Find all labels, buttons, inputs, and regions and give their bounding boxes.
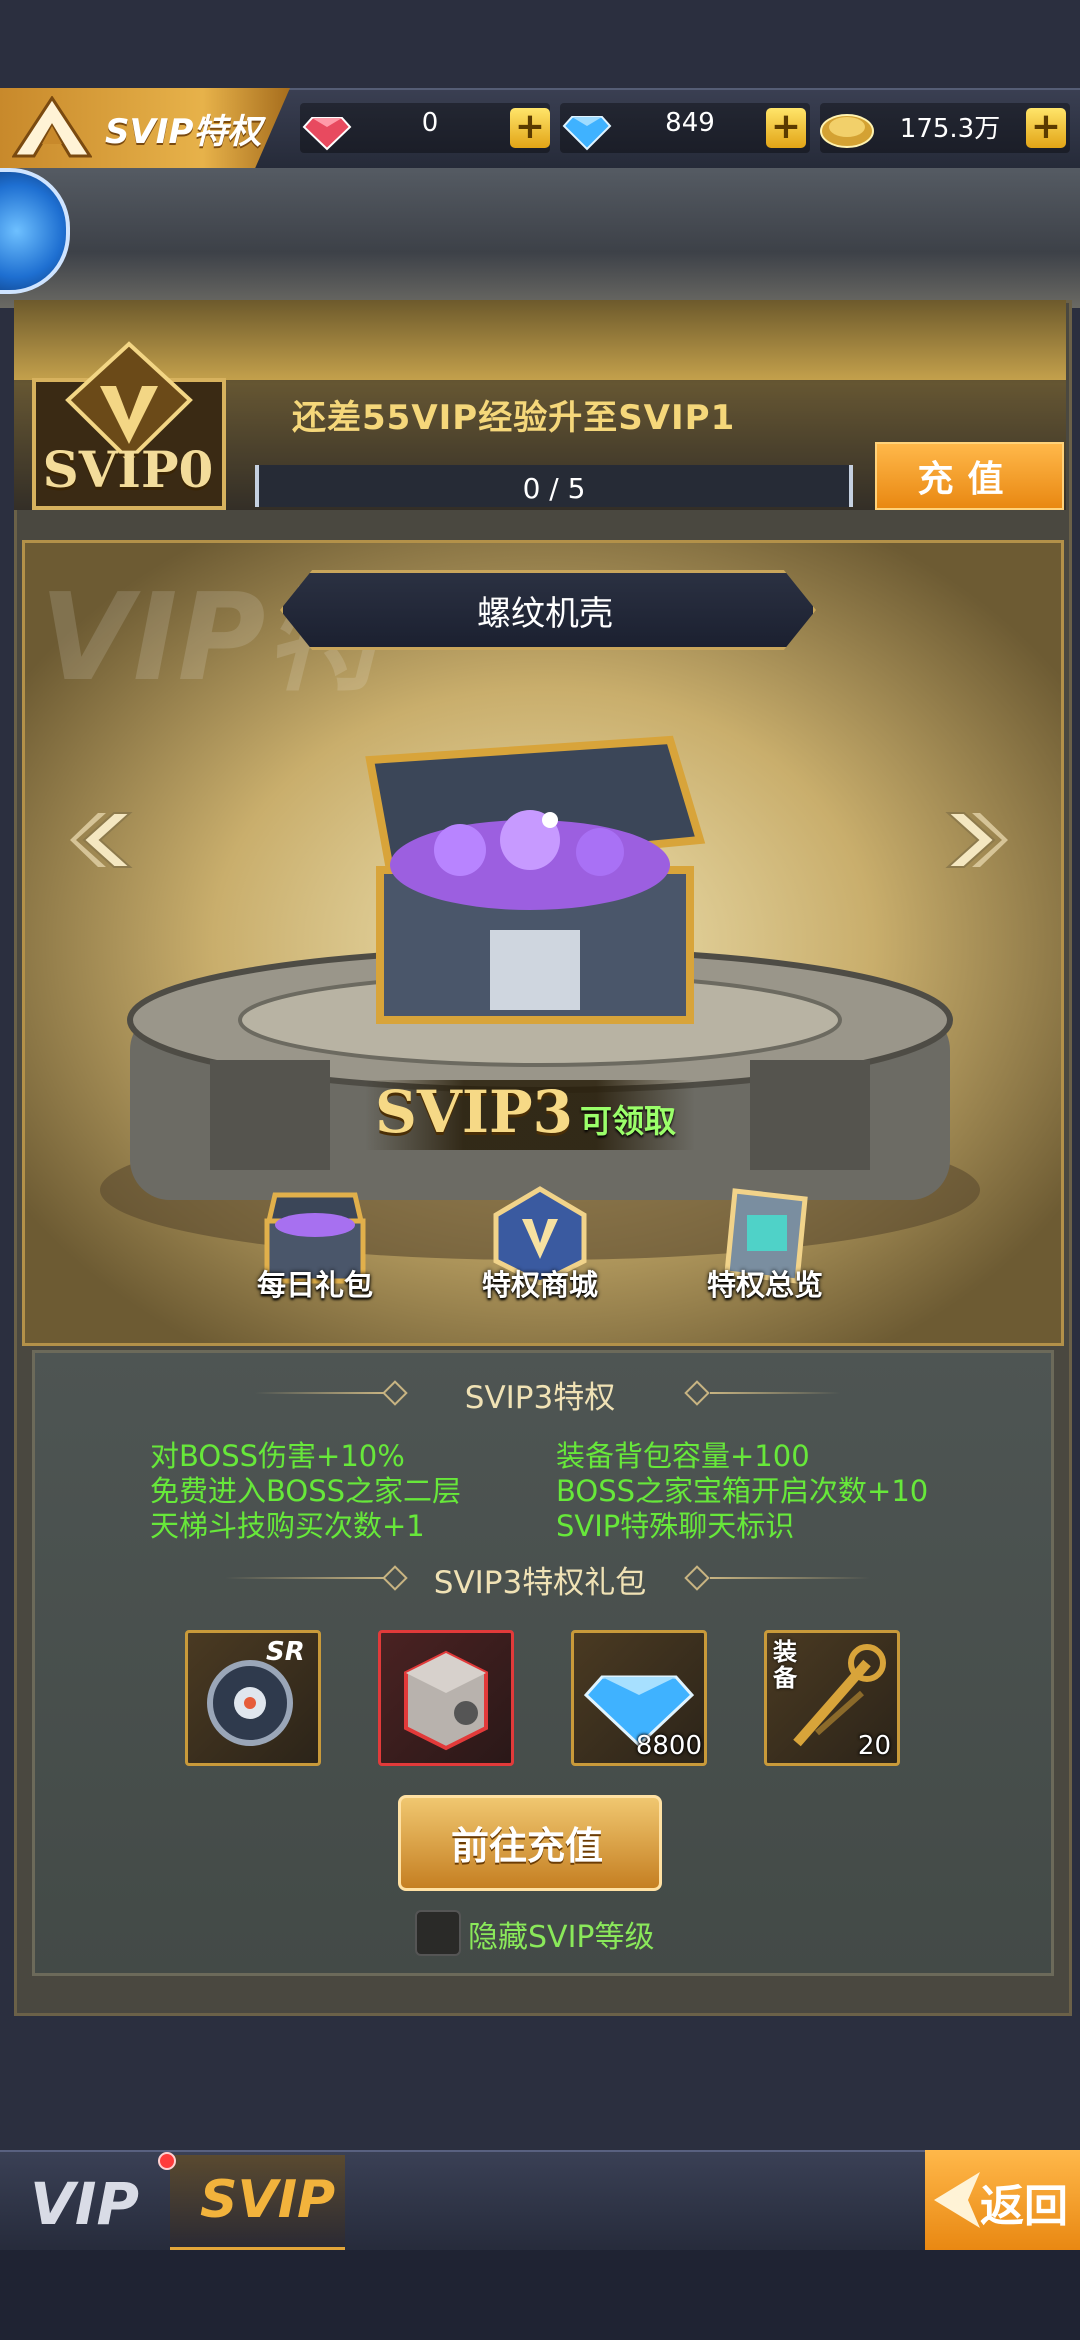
claimable-label: 可领取 xyxy=(580,1102,677,1140)
gift-item[interactable]: 8800 xyxy=(571,1630,707,1766)
equipment-badge: 装备 xyxy=(773,1638,797,1692)
gold-coin-icon xyxy=(820,114,874,148)
exp-progress-text: 0 / 5 xyxy=(522,472,586,505)
hide-svip-checkbox[interactable] xyxy=(415,1910,461,1956)
gift-item[interactable]: SR xyxy=(185,1630,321,1766)
privilege-overview-label[interactable]: 特权总览 xyxy=(665,1262,865,1304)
gift-item[interactable] xyxy=(378,1630,514,1766)
upgrade-message: 还差55VIP经验升至SVIP1 xyxy=(292,398,736,438)
blue-diamond-icon xyxy=(562,116,612,151)
treasure-chest-icon xyxy=(365,735,706,1024)
gift-item[interactable]: 装备 20 xyxy=(764,1630,900,1766)
notification-dot xyxy=(158,2152,176,2170)
divider xyxy=(255,1392,385,1394)
back-arrow-icon xyxy=(934,2172,980,2228)
perk-item: 天梯斗技购买次数+1 xyxy=(150,1509,425,1543)
diamond-count: 849 xyxy=(665,108,715,138)
reward-svip-level: SVIP3 xyxy=(375,1078,573,1146)
back-button-label: 返回 xyxy=(980,2181,1068,2232)
gift-pack-title: SVIP3特权礼包 xyxy=(433,1565,647,1601)
chevron-left-icon[interactable] xyxy=(70,805,140,875)
add-coin-button[interactable]: + xyxy=(1026,108,1066,148)
svip-logo-icon xyxy=(12,96,92,158)
item-name: 螺纹机壳 xyxy=(477,594,613,634)
perk-item: SVIP特殊聊天标识 xyxy=(556,1509,795,1543)
red-gem-icon xyxy=(302,117,352,151)
screen-bottom-area xyxy=(0,2250,1080,2340)
page-title: SVIP特权 xyxy=(105,112,262,152)
divider xyxy=(710,1577,870,1579)
current-svip-level: SVIP0 xyxy=(42,440,214,499)
background-scene xyxy=(0,168,1080,308)
gift-quantity: 8800 xyxy=(635,1731,702,1761)
hide-svip-label[interactable]: 隐藏SVIP等级 xyxy=(468,1912,655,1956)
goto-recharge-label: 前往充值 xyxy=(450,1824,603,1868)
red-cube-box-icon xyxy=(404,1650,488,1751)
gift-quantity: 20 xyxy=(857,1731,891,1761)
divider xyxy=(225,1577,385,1579)
add-red-gem-button[interactable]: + xyxy=(510,108,550,148)
tab-vip[interactable]: VIP xyxy=(30,2170,139,2238)
sr-badge: SR xyxy=(266,1637,305,1667)
chevron-right-icon[interactable] xyxy=(938,805,1008,875)
privilege-shop-label[interactable]: 特权商城 xyxy=(440,1262,640,1304)
divider xyxy=(710,1392,840,1394)
tab-svip[interactable]: SVIP xyxy=(200,2170,335,2230)
privileges-title: SVIP3特权 xyxy=(464,1380,616,1416)
daily-gift-label[interactable]: 每日礼包 xyxy=(215,1262,415,1304)
coin-count: 175.3万 xyxy=(899,114,1001,144)
add-diamond-button[interactable]: + xyxy=(766,108,806,148)
red-gem-count: 0 xyxy=(421,108,439,138)
recharge-button-label: 充值 xyxy=(917,459,1018,500)
